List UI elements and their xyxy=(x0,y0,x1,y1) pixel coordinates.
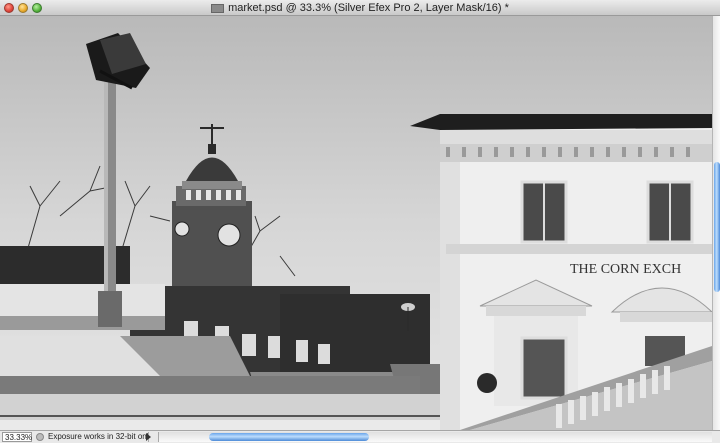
horizontal-scroll-thumb[interactable] xyxy=(209,433,369,441)
status-menu-arrow-icon[interactable] xyxy=(146,433,151,441)
status-bar: 33.33% Exposure works in 32-bit only xyxy=(0,430,720,443)
title-bar[interactable]: market.psd @ 33.3% (Silver Efex Pro 2, L… xyxy=(0,0,720,16)
window-title: market.psd @ 33.3% (Silver Efex Pro 2, L… xyxy=(228,2,509,14)
vertical-scroll-thumb[interactable] xyxy=(714,162,720,292)
zoom-level-field[interactable]: 33.33% xyxy=(2,432,32,442)
horizontal-scrollbar[interactable] xyxy=(158,432,712,442)
window-title-group: market.psd @ 33.3% (Silver Efex Pro 2, L… xyxy=(0,1,720,15)
vertical-scrollbar[interactable] xyxy=(712,16,720,430)
image-canvas[interactable]: THE CORN EXCH xyxy=(0,16,712,430)
document-icon xyxy=(211,3,225,13)
status-message: Exposure works in 32-bit only xyxy=(48,432,149,442)
info-icon xyxy=(36,433,44,441)
photoshop-document-window: market.psd @ 33.3% (Silver Efex Pro 2, L… xyxy=(0,0,720,443)
building-sign: THE CORN EXCH xyxy=(570,262,681,277)
